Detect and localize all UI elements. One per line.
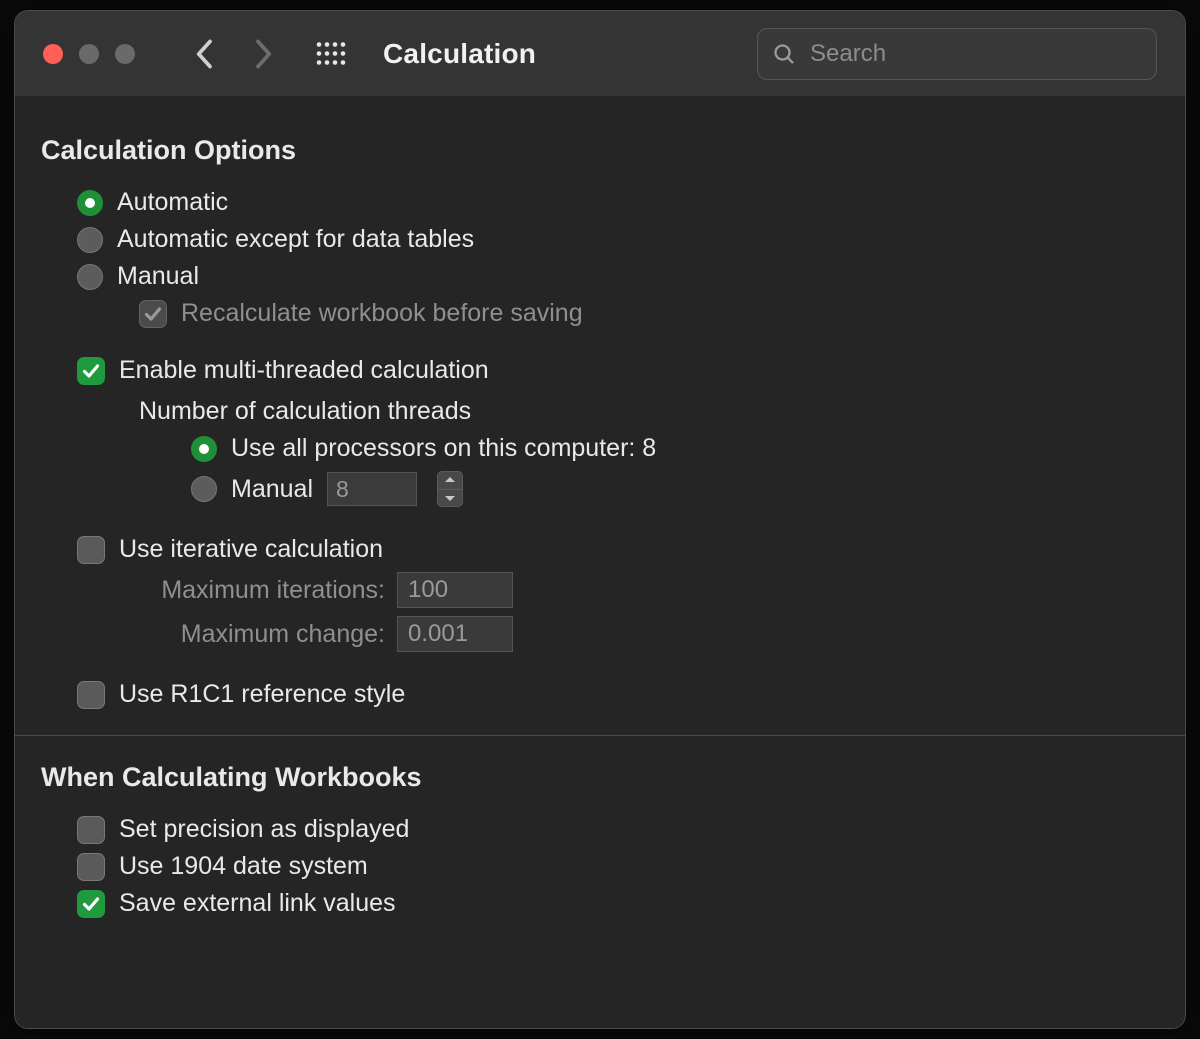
radio-icon bbox=[77, 227, 103, 253]
checkbox-icon bbox=[77, 536, 105, 564]
threads-manual-label: Manual bbox=[231, 475, 313, 504]
threads-stepper[interactable] bbox=[437, 471, 463, 507]
checkbox-use-iterative[interactable]: Use iterative calculation bbox=[77, 535, 383, 564]
back-button[interactable] bbox=[181, 30, 229, 78]
radio-automatic[interactable]: Automatic bbox=[77, 188, 228, 217]
page-title: Calculation bbox=[383, 38, 536, 70]
radio-automatic-except-label: Automatic except for data tables bbox=[117, 225, 474, 254]
enable-multithread-label: Enable multi-threaded calculation bbox=[119, 356, 489, 385]
section-workbooks-title: When Calculating Workbooks bbox=[41, 762, 1159, 793]
radio-use-all-processors[interactable]: Use all processors on this computer: 8 bbox=[191, 434, 656, 463]
stepper-down[interactable] bbox=[438, 490, 462, 507]
checkbox-icon bbox=[77, 816, 105, 844]
section-calculation-options-title: Calculation Options bbox=[41, 135, 1159, 166]
max-change-label: Maximum change: bbox=[139, 620, 385, 649]
zoom-window-button[interactable] bbox=[115, 44, 135, 64]
preferences-window: Calculation Calculation Options Automati… bbox=[14, 10, 1186, 1029]
titlebar: Calculation bbox=[15, 11, 1185, 97]
chevron-right-icon bbox=[252, 39, 274, 69]
radio-automatic-label: Automatic bbox=[117, 188, 228, 217]
radio-icon bbox=[77, 190, 103, 216]
save-external-label: Save external link values bbox=[119, 889, 396, 918]
close-window-button[interactable] bbox=[43, 44, 63, 64]
section-divider bbox=[15, 735, 1185, 736]
checkbox-recalc-before-save: Recalculate workbook before saving bbox=[139, 299, 583, 328]
checkbox-1904-date[interactable]: Use 1904 date system bbox=[77, 852, 368, 881]
forward-button[interactable] bbox=[239, 30, 287, 78]
radio-manual-label: Manual bbox=[117, 262, 199, 291]
chevron-up-icon bbox=[444, 476, 456, 484]
r1c1-label: Use R1C1 reference style bbox=[119, 680, 405, 709]
radio-icon bbox=[191, 436, 217, 462]
use-iterative-label: Use iterative calculation bbox=[119, 535, 383, 564]
date1904-label: Use 1904 date system bbox=[119, 852, 368, 881]
checkbox-icon bbox=[77, 853, 105, 881]
checkbox-precision-displayed[interactable]: Set precision as displayed bbox=[77, 815, 409, 844]
grid-icon bbox=[316, 41, 346, 66]
checkbox-icon bbox=[77, 890, 105, 918]
checkbox-enable-multithread[interactable]: Enable multi-threaded calculation bbox=[77, 356, 489, 385]
threads-label: Number of calculation threads bbox=[139, 397, 471, 426]
checkbox-r1c1[interactable]: Use R1C1 reference style bbox=[77, 680, 405, 709]
radio-manual[interactable]: Manual bbox=[77, 262, 199, 291]
radio-automatic-except-tables[interactable]: Automatic except for data tables bbox=[77, 225, 474, 254]
stepper-up[interactable] bbox=[438, 472, 462, 490]
radio-icon bbox=[77, 264, 103, 290]
checkbox-icon bbox=[77, 681, 105, 709]
minimize-window-button[interactable] bbox=[79, 44, 99, 64]
checkbox-icon bbox=[139, 300, 167, 328]
max-iterations-label: Maximum iterations: bbox=[139, 576, 385, 605]
search-icon bbox=[772, 42, 796, 66]
radio-threads-manual[interactable]: Manual bbox=[191, 475, 313, 504]
chevron-down-icon bbox=[444, 494, 456, 502]
checkbox-icon bbox=[77, 357, 105, 385]
recalc-before-save-label: Recalculate workbook before saving bbox=[181, 299, 583, 328]
content-area: Calculation Options Automatic Automatic … bbox=[15, 97, 1185, 1028]
search-field[interactable] bbox=[757, 28, 1157, 80]
chevron-left-icon bbox=[194, 39, 216, 69]
max-change-input[interactable] bbox=[397, 616, 513, 652]
max-iterations-input[interactable] bbox=[397, 572, 513, 608]
search-input[interactable] bbox=[810, 40, 1142, 68]
checkbox-save-external-links[interactable]: Save external link values bbox=[77, 889, 396, 918]
window-controls bbox=[43, 44, 135, 64]
show-all-button[interactable] bbox=[307, 30, 355, 78]
radio-icon bbox=[191, 476, 217, 502]
precision-label: Set precision as displayed bbox=[119, 815, 409, 844]
use-all-processors-label: Use all processors on this computer: 8 bbox=[231, 434, 656, 463]
threads-manual-input[interactable] bbox=[327, 472, 417, 506]
